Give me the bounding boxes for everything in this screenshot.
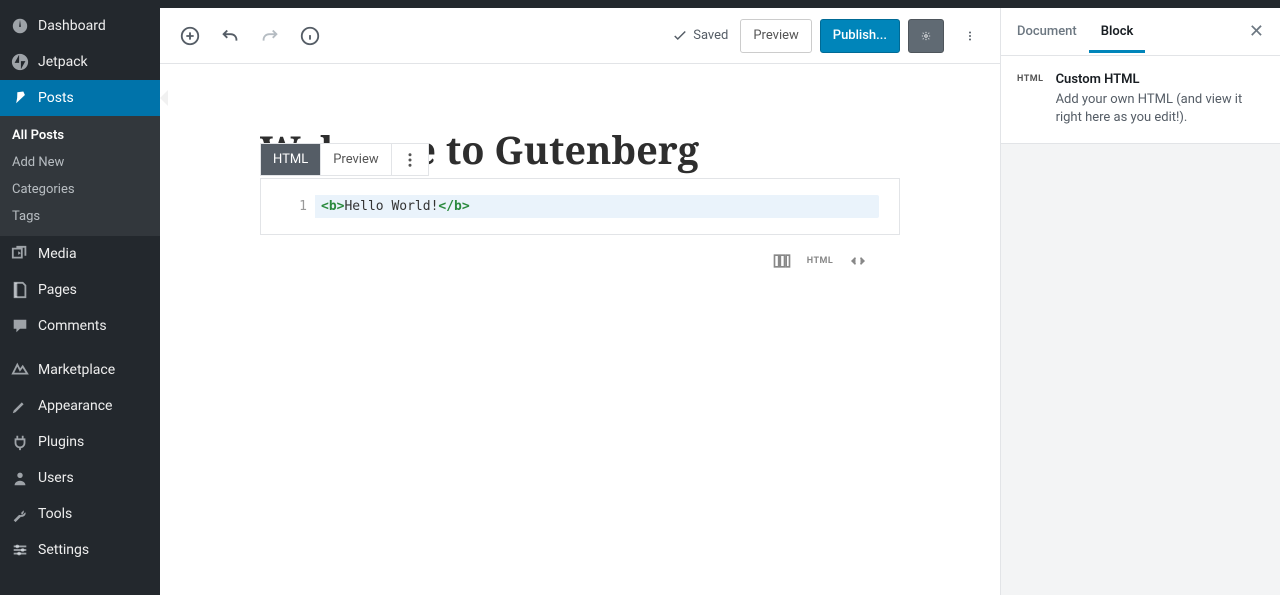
- settings-toggle-button[interactable]: [908, 19, 944, 53]
- code-editor[interactable]: 1 <b>Hello World!</b>: [261, 179, 899, 234]
- dashboard-icon: [10, 16, 30, 36]
- menu-settings[interactable]: Settings: [0, 532, 160, 568]
- code-content[interactable]: <b>Hello World!</b>: [315, 195, 879, 218]
- menu-tools[interactable]: Tools: [0, 496, 160, 532]
- publish-button-label: Publish...: [833, 28, 887, 43]
- menu-users[interactable]: Users: [0, 460, 160, 496]
- settings-tab-document[interactable]: Document: [1005, 10, 1089, 53]
- custom-html-block[interactable]: HTML Preview 1 <b>Hello World!</b>: [260, 178, 900, 235]
- menu-media-label: Media: [38, 246, 77, 262]
- code-icon: [848, 251, 868, 271]
- pin-icon: [10, 88, 30, 108]
- menu-marketplace[interactable]: Marketplace: [0, 352, 160, 388]
- save-status-label: Saved: [693, 28, 728, 43]
- tools-icon: [10, 504, 30, 524]
- save-status: Saved: [671, 27, 728, 45]
- code-tag-open: <b>: [321, 199, 344, 214]
- gear-icon: [921, 27, 931, 45]
- more-menu-button[interactable]: [952, 19, 988, 53]
- menu-posts[interactable]: Posts: [0, 80, 160, 116]
- block-inserter-row: HTML: [260, 235, 900, 273]
- code-text: Hello World!: [344, 199, 438, 214]
- block-settings-panel: HTML Custom HTML Add your own HTML (and …: [1001, 56, 1280, 144]
- menu-media[interactable]: Media: [0, 236, 160, 272]
- code-line-1: 1 <b>Hello World!</b>: [281, 195, 879, 218]
- code-tag-close: </b>: [438, 199, 469, 214]
- submenu-posts: All Posts Add New Categories Tags: [0, 116, 160, 236]
- menu-jetpack-label: Jetpack: [38, 54, 88, 70]
- line-number: 1: [281, 195, 315, 218]
- block-tab-preview[interactable]: Preview: [321, 144, 390, 175]
- comments-icon: [10, 316, 30, 336]
- settings-sidebar: Document Block ✕ HTML Custom HTML Add yo…: [1000, 8, 1280, 595]
- pages-icon: [10, 280, 30, 300]
- submenu-add-new[interactable]: Add New: [0, 149, 160, 176]
- appearance-icon: [10, 396, 30, 416]
- redo-button[interactable]: [252, 18, 288, 54]
- window-topbar: [0, 0, 1280, 8]
- settings-tabs: Document Block ✕: [1001, 8, 1280, 56]
- app-frame: Dashboard Jetpack Posts All Posts Add Ne…: [0, 8, 1280, 595]
- marketplace-icon: [10, 360, 30, 380]
- settings-icon: [10, 540, 30, 560]
- undo-button[interactable]: [212, 18, 248, 54]
- menu-jetpack[interactable]: Jetpack: [0, 44, 160, 80]
- menu-appearance[interactable]: Appearance: [0, 388, 160, 424]
- menu-users-label: Users: [38, 470, 74, 486]
- ellipsis-vertical-icon: [401, 151, 419, 169]
- editor-column: Saved Preview Publish...: [160, 8, 1000, 595]
- insert-html-button[interactable]: HTML: [808, 249, 832, 273]
- submenu-categories[interactable]: Categories: [0, 176, 160, 203]
- menu-comments[interactable]: Comments: [0, 308, 160, 344]
- menu-appearance-label: Appearance: [38, 398, 112, 414]
- check-icon: [671, 27, 689, 45]
- block-more-button[interactable]: [392, 144, 428, 175]
- block-type-icon: HTML: [1017, 72, 1044, 127]
- editor-header: Saved Preview Publish...: [160, 8, 1000, 64]
- preview-button[interactable]: Preview: [740, 19, 811, 53]
- media-icon: [10, 244, 30, 264]
- menu-pages-label: Pages: [38, 282, 77, 298]
- menu-pages[interactable]: Pages: [0, 272, 160, 308]
- block-type-title: Custom HTML: [1056, 72, 1264, 87]
- preview-button-label: Preview: [753, 28, 798, 43]
- block-toolbar: HTML Preview: [260, 143, 429, 176]
- info-button[interactable]: [292, 18, 328, 54]
- menu-plugins[interactable]: Plugins: [0, 424, 160, 460]
- jetpack-icon: [10, 52, 30, 72]
- menu-tools-label: Tools: [38, 506, 72, 522]
- menu-dashboard-label: Dashboard: [38, 18, 106, 34]
- block-type-description: Add your own HTML (and view it right her…: [1056, 91, 1264, 127]
- post-column: Welcome to Gutenberg HTML Preview: [260, 124, 900, 595]
- menu-marketplace-label: Marketplace: [38, 362, 115, 378]
- menu-comments-label: Comments: [38, 318, 107, 334]
- columns-icon: [772, 251, 792, 271]
- menu-posts-label: Posts: [38, 90, 74, 106]
- submenu-all-posts[interactable]: All Posts: [0, 122, 160, 149]
- insert-code-button[interactable]: [846, 249, 870, 273]
- users-icon: [10, 468, 30, 488]
- close-icon: ✕: [1249, 21, 1264, 42]
- plugins-icon: [10, 432, 30, 452]
- header-left-tools: [172, 18, 328, 54]
- editor-wrap: Saved Preview Publish...: [160, 8, 1280, 595]
- settings-close-button[interactable]: ✕: [1237, 21, 1276, 42]
- submenu-tags[interactable]: Tags: [0, 203, 160, 230]
- ellipsis-vertical-icon: [964, 27, 976, 45]
- settings-tab-block[interactable]: Block: [1089, 10, 1146, 53]
- publish-button[interactable]: Publish...: [820, 19, 900, 53]
- header-right-tools: Saved Preview Publish...: [671, 19, 988, 53]
- insert-columns-button[interactable]: [770, 249, 794, 273]
- menu-settings-label: Settings: [38, 542, 89, 558]
- add-block-button[interactable]: [172, 18, 208, 54]
- admin-sidebar: Dashboard Jetpack Posts All Posts Add Ne…: [0, 8, 160, 595]
- menu-plugins-label: Plugins: [38, 434, 84, 450]
- editor-body: Welcome to Gutenberg HTML Preview: [160, 64, 1000, 595]
- block-tab-html[interactable]: HTML: [261, 144, 320, 175]
- menu-dashboard[interactable]: Dashboard: [0, 8, 160, 44]
